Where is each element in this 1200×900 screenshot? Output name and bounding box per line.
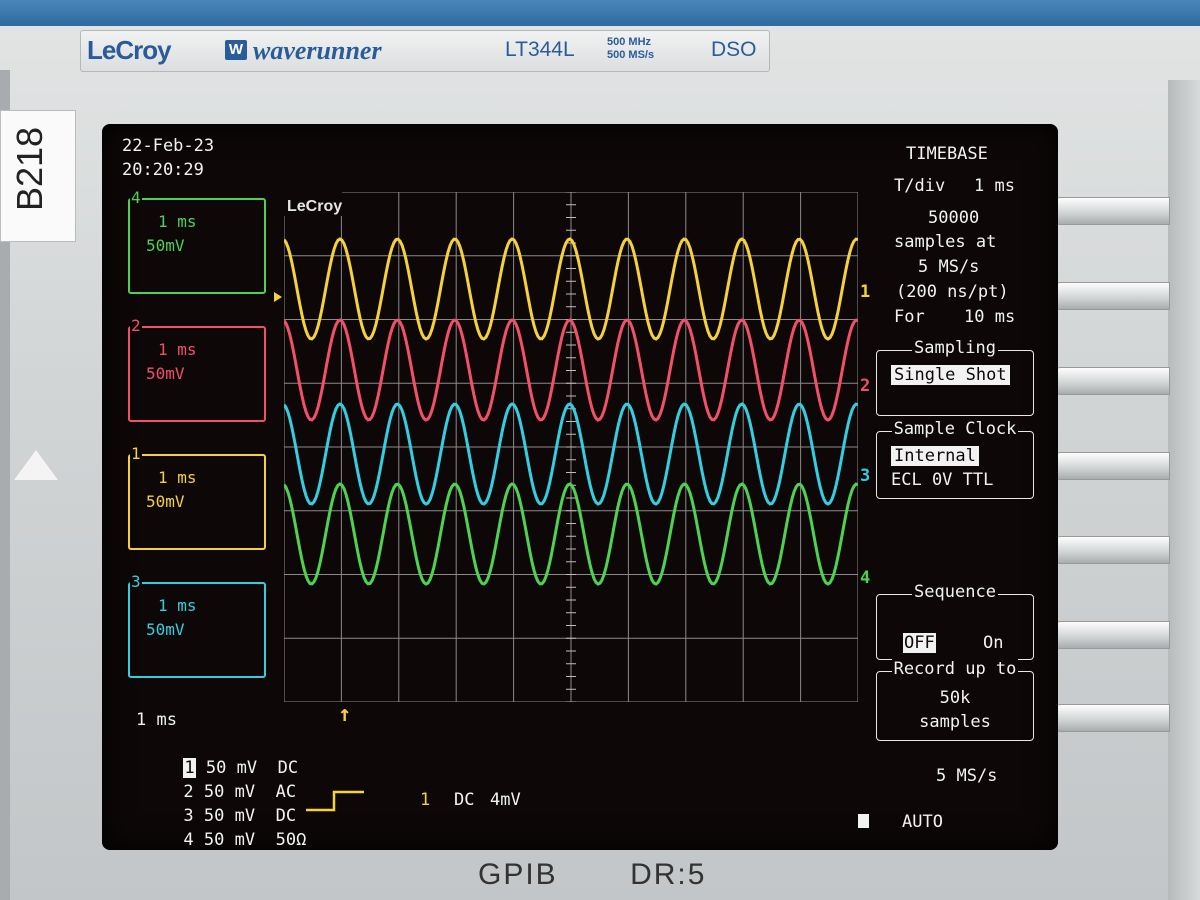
trigger-position-arrow-icon: ↑ <box>338 702 352 727</box>
tdiv-label: T/div <box>894 176 946 196</box>
channel-setting-coupling: 50Ω <box>275 830 307 850</box>
channel-setting-row: 1 50 mV DC <box>122 738 306 778</box>
scope-screen: 22-Feb-23 20:20:29 4 1 ms 50mV 2 1 ms 50… <box>102 124 1058 850</box>
softkey-3[interactable] <box>1048 367 1170 395</box>
trace-label-1: 1 <box>860 282 871 302</box>
channel-box-3[interactable]: 3 1 ms 50mV <box>128 572 266 678</box>
sampling-value-wrap: Single Shot <box>891 365 1010 385</box>
sample-rate-footer: 5 MS/s <box>936 766 998 786</box>
sequence-title-wrap: Sequence <box>877 582 1033 602</box>
record-line3: samples <box>919 712 991 732</box>
channel-number: 2 <box>130 316 142 335</box>
channel-tdiv: 1 ms <box>158 596 197 615</box>
channel-number: 4 <box>130 188 142 207</box>
edge-trigger-icon <box>306 790 364 812</box>
sample-rate-value: 5 MS/s <box>918 257 980 277</box>
gpib-label: GPIB DR:5 <box>478 858 706 892</box>
channel-setting-row: 4 50 mV 50Ω <box>122 810 306 850</box>
sequence-on: On <box>983 633 1004 653</box>
trace-label-2: 2 <box>860 376 871 396</box>
asset-label: B218 <box>0 110 76 242</box>
time-readout: 20:20:29 <box>122 160 204 180</box>
softkey-4[interactable] <box>1048 452 1170 480</box>
softkey-7[interactable] <box>1048 704 1170 732</box>
softkey-1[interactable] <box>1048 197 1170 225</box>
softkey-6[interactable] <box>1048 621 1170 649</box>
instrument-type: DSO <box>711 38 757 61</box>
softkey-2[interactable] <box>1048 282 1170 310</box>
trigger-source: 1 <box>420 790 431 810</box>
channel-settings-list: 1 50 mV DC 2 50 mV AC 3 50 mV DC 4 50 mV… <box>122 738 306 850</box>
sampling-title-wrap: Sampling <box>877 338 1033 358</box>
clock-title: Sample Clock <box>891 419 1019 439</box>
channel-tdiv: 1 ms <box>158 340 197 359</box>
tdiv-value: 1 ms <box>974 176 1015 196</box>
gpib-address: DR:5 <box>630 858 707 891</box>
right-handle <box>1168 80 1200 900</box>
channel-setting-row: 3 50 mV DC <box>122 786 306 826</box>
sequence-off-wrap: OFF <box>903 633 936 653</box>
waveform-grid: LeCroy <box>284 192 858 702</box>
sequence-off: OFF <box>903 633 936 653</box>
channel-box-2[interactable]: 2 1 ms 50mV <box>128 316 266 422</box>
channel-number: 3 <box>130 572 142 591</box>
trigger-mode: AUTO <box>902 812 943 832</box>
for-value: 10 ms <box>964 307 1016 327</box>
channel-vdiv: 50mV <box>146 364 185 383</box>
brand-logo-icon: W <box>225 40 247 60</box>
clock-value-wrap: Internal <box>891 446 979 466</box>
channel-setting-row: 2 50 mV AC <box>122 762 306 802</box>
trace-label-4: 4 <box>860 568 871 588</box>
gpib-text: GPIB <box>478 858 558 891</box>
series-name: waverunner <box>253 36 382 65</box>
trace-label-3: 3 <box>860 466 871 486</box>
grid-brand-label: LeCroy <box>287 198 342 215</box>
brand-name: LeCroy <box>87 35 172 65</box>
channel-tdiv: 1 ms <box>158 212 197 231</box>
acquisition-indicator-icon <box>858 814 869 828</box>
bandwidth-spec: 500 MHz <box>607 36 652 48</box>
sampling-value: Single Shot <box>891 365 1010 385</box>
date-readout: 22-Feb-23 <box>122 136 215 156</box>
per-point-value: (200 ns/pt) <box>896 282 1009 302</box>
channel-vdiv: 50mV <box>146 620 185 639</box>
channel-vdiv: 50mV <box>146 236 185 255</box>
channel-box-1[interactable]: 1 1 ms 50mV <box>128 444 266 550</box>
softkey-5[interactable] <box>1048 536 1170 564</box>
channel-number: 1 <box>130 444 142 463</box>
sample-rate-spec: 500 MS/s <box>607 49 655 61</box>
record-length-menu[interactable]: Record up to 50k samples <box>876 659 1034 741</box>
model-name: LT344L <box>505 38 575 61</box>
trigger-level-marker <box>274 292 282 302</box>
channel-box-4[interactable]: 4 1 ms 50mV <box>128 188 266 294</box>
sampling-title: Sampling <box>912 338 998 358</box>
sample-clock-menu[interactable]: Sample Clock Internal ECL 0V TTL <box>876 419 1034 499</box>
channel-setting-vdiv: 50 mV <box>203 830 256 850</box>
timebase-summary: 1 ms <box>136 710 177 730</box>
sample-count: 50000 <box>928 208 980 228</box>
sampling-menu[interactable]: Sampling Single Shot <box>876 338 1034 416</box>
samples-at-label: samples at <box>894 232 997 252</box>
channel-setting-num: 4 <box>183 830 194 850</box>
timebase-title: TIMEBASE <box>906 144 988 164</box>
asset-label-text: B218 <box>9 126 50 211</box>
sequence-title: Sequence <box>912 582 998 602</box>
clock-value: Internal <box>891 446 979 466</box>
channel-vdiv: 50mV <box>146 492 185 511</box>
for-label: For <box>894 307 925 327</box>
trigger-level: 4mV <box>490 790 521 810</box>
nameplate: LeCroy W waverunner LT344L 500 MHz 500 M… <box>80 30 770 72</box>
clock-title-wrap: Sample Clock <box>877 419 1033 439</box>
channel-tdiv: 1 ms <box>158 468 197 487</box>
arrow-up-icon <box>14 450 58 480</box>
record-line2: 50k <box>939 688 971 708</box>
top-edge <box>0 0 1200 26</box>
trigger-coupling: DC <box>454 790 475 810</box>
spec-block: 500 MHz 500 MS/s <box>607 36 654 62</box>
record-line1-wrap: Record up to <box>877 659 1033 679</box>
record-line1: Record up to <box>891 659 1019 679</box>
sequence-menu[interactable]: Sequence OFF On <box>876 582 1034 660</box>
clock-options: ECL 0V TTL <box>891 470 994 490</box>
